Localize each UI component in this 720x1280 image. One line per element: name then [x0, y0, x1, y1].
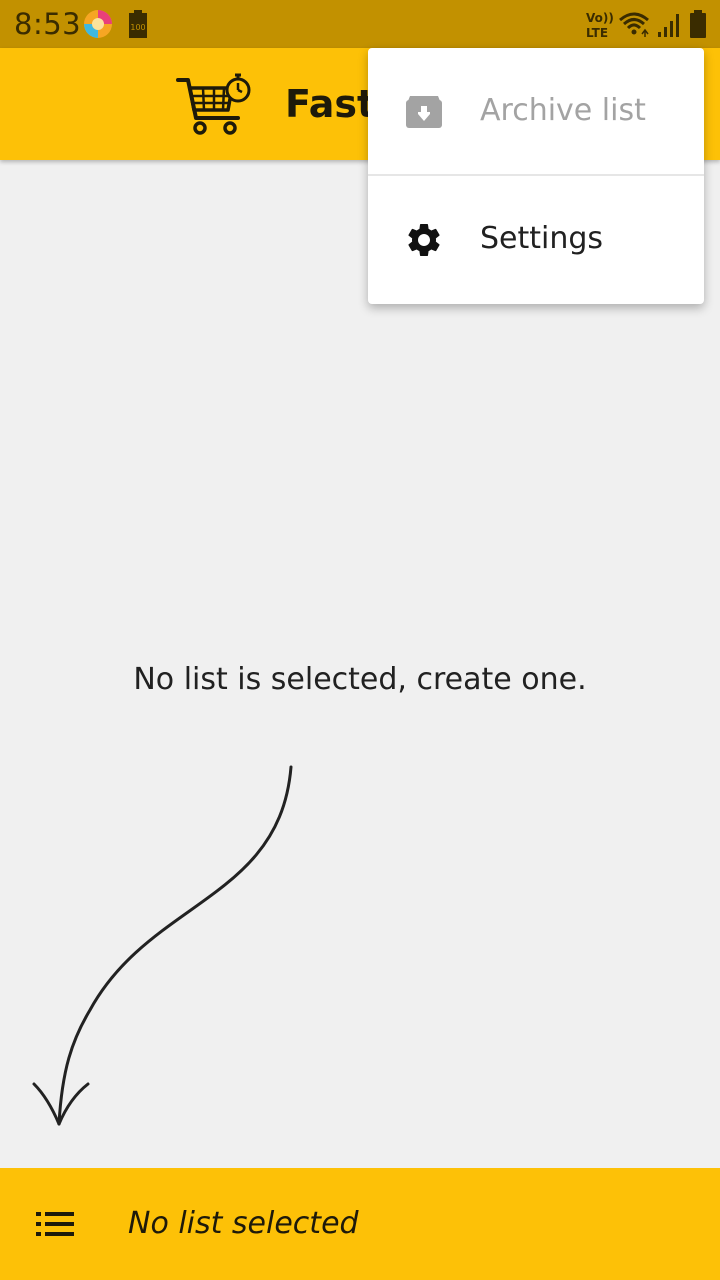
- archive-icon: [406, 96, 442, 128]
- svg-text:Vo)): Vo)): [586, 11, 614, 25]
- battery-saver-icon: 100: [129, 10, 147, 38]
- app-title: Fast: [285, 82, 376, 126]
- menu-item-archive-list[interactable]: Archive list: [368, 48, 704, 176]
- status-bar: 8:53 100 Vo)) LTE: [0, 0, 720, 48]
- hint-arrow: [32, 765, 293, 1126]
- main-content: No list is selected, create one.: [0, 160, 720, 1168]
- volte-icon: Vo)) LTE: [586, 11, 614, 40]
- list-icon[interactable]: [36, 1212, 76, 1236]
- wifi-icon: [619, 12, 649, 37]
- bottom-bar[interactable]: No list selected: [0, 1168, 720, 1280]
- menu-item-settings[interactable]: Settings: [368, 176, 704, 304]
- cart-stopwatch-icon: [176, 73, 251, 135]
- overflow-menu: Archive list Settings: [368, 48, 704, 304]
- battery-icon: [690, 10, 706, 38]
- signal-icon: [658, 14, 679, 37]
- app-notification-icon: [84, 10, 112, 38]
- gear-icon: [408, 224, 440, 256]
- archive-list-label: Archive list: [480, 93, 646, 128]
- svg-text:100: 100: [130, 23, 145, 32]
- settings-label: Settings: [480, 221, 604, 256]
- svg-text:LTE: LTE: [586, 26, 608, 40]
- status-time: 8:53: [14, 7, 82, 41]
- current-list-label[interactable]: No list selected: [128, 1206, 359, 1241]
